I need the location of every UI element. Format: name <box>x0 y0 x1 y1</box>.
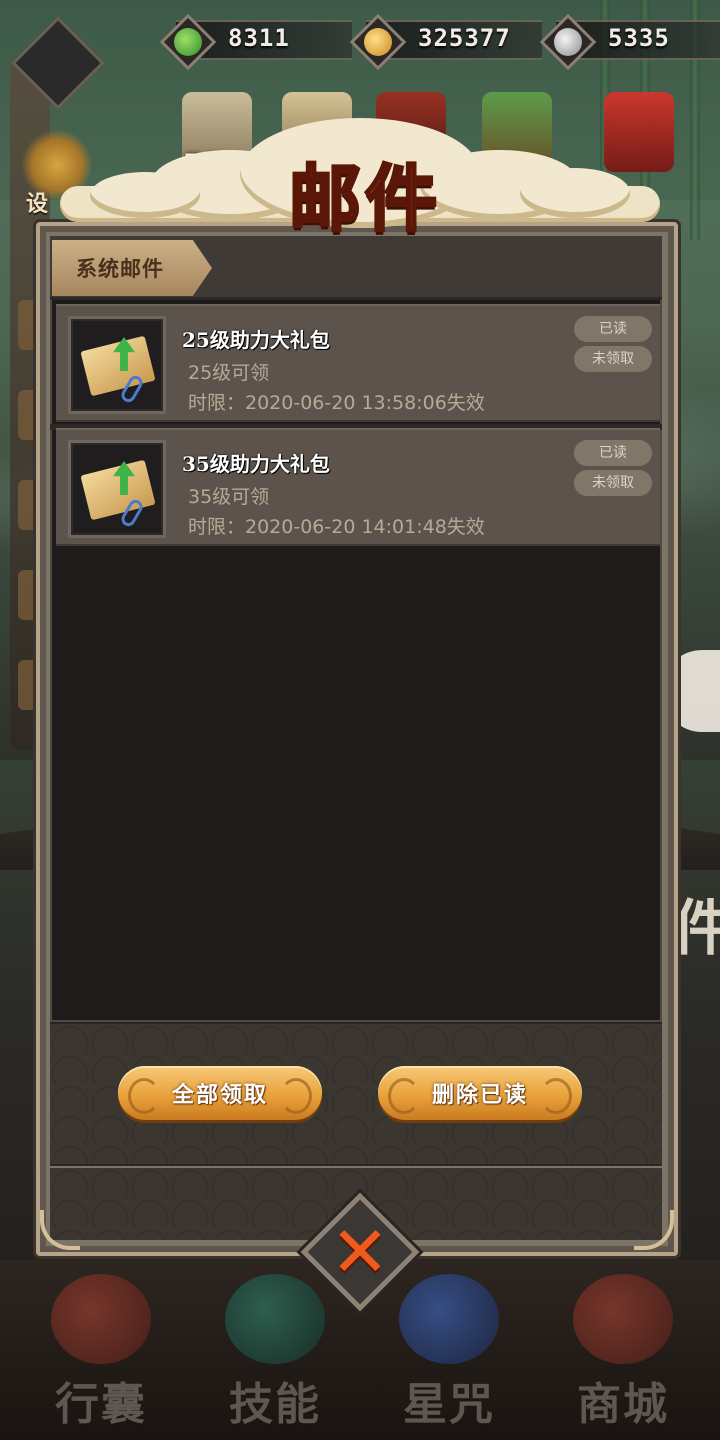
delete-read-label: 删除已读 <box>431 1082 528 1108</box>
mail-gift-icon <box>68 440 166 538</box>
side-decoration-glyph: 件 <box>672 894 720 964</box>
resource-gold[interactable]: 325377 <box>349 13 542 71</box>
nav-label: 星咒 <box>403 1379 495 1430</box>
shop-icon <box>573 1274 673 1364</box>
close-icon: ✕ <box>330 1211 390 1293</box>
mail-subtitle: 35级可领 <box>188 486 270 508</box>
bag-icon <box>51 1274 151 1364</box>
title-cloud <box>90 172 200 218</box>
green-jade-icon <box>159 13 217 71</box>
panel-title: 邮件 <box>287 155 441 243</box>
silver-coin-icon <box>539 13 597 71</box>
mail-item[interactable]: 25级助力大礼包 25级可领 时限：2020-06-20 13:58:06失效 … <box>56 304 660 422</box>
claim-status-badge: 未领取 <box>574 470 652 496</box>
tab-system-mail[interactable]: 系统邮件 <box>52 240 212 296</box>
mail-subtitle: 25级可领 <box>188 362 270 384</box>
settings-label: 设 <box>26 191 49 217</box>
mail-title: 35级助力大礼包 <box>182 452 330 476</box>
mail-expire-time: 时限：2020-06-20 14:01:48失效 <box>188 516 485 538</box>
close-button[interactable]: ✕ <box>300 1192 420 1312</box>
nav-label: 商城 <box>577 1379 669 1430</box>
nav-item-shop[interactable]: 商城 <box>548 1262 698 1432</box>
resource-jade[interactable]: 8311 <box>159 13 352 71</box>
claim-all-label: 全部领取 <box>171 1082 268 1108</box>
tab-label: 系统邮件 <box>76 256 164 281</box>
mail-title: 25级助力大礼包 <box>182 328 330 352</box>
claim-all-button[interactable]: 全部领取 <box>118 1066 322 1120</box>
read-status-badge: 已读 <box>574 440 652 466</box>
nav-label: 行囊 <box>55 1379 147 1430</box>
mail-item[interactable]: 35级助力大礼包 35级可领 时限：2020-06-20 14:01:48失效 … <box>56 428 660 546</box>
silver-count: 5335 <box>608 24 670 52</box>
nav-label: 技能 <box>229 1379 321 1430</box>
title-cloud <box>520 168 630 218</box>
mail-gift-icon <box>68 316 166 414</box>
read-status-badge: 已读 <box>574 316 652 342</box>
gold-coin-icon <box>349 13 407 71</box>
gold-count: 325377 <box>418 24 511 52</box>
delete-read-button[interactable]: 删除已读 <box>378 1066 582 1120</box>
nav-item-bag[interactable]: 行囊 <box>26 1262 176 1432</box>
gift-box-icon[interactable] <box>604 92 674 172</box>
claim-status-badge: 未领取 <box>574 346 652 372</box>
mail-expire-time: 时限：2020-06-20 13:58:06失效 <box>188 392 485 414</box>
jade-count: 8311 <box>228 24 290 52</box>
resource-silver[interactable]: 5335 <box>539 13 720 71</box>
